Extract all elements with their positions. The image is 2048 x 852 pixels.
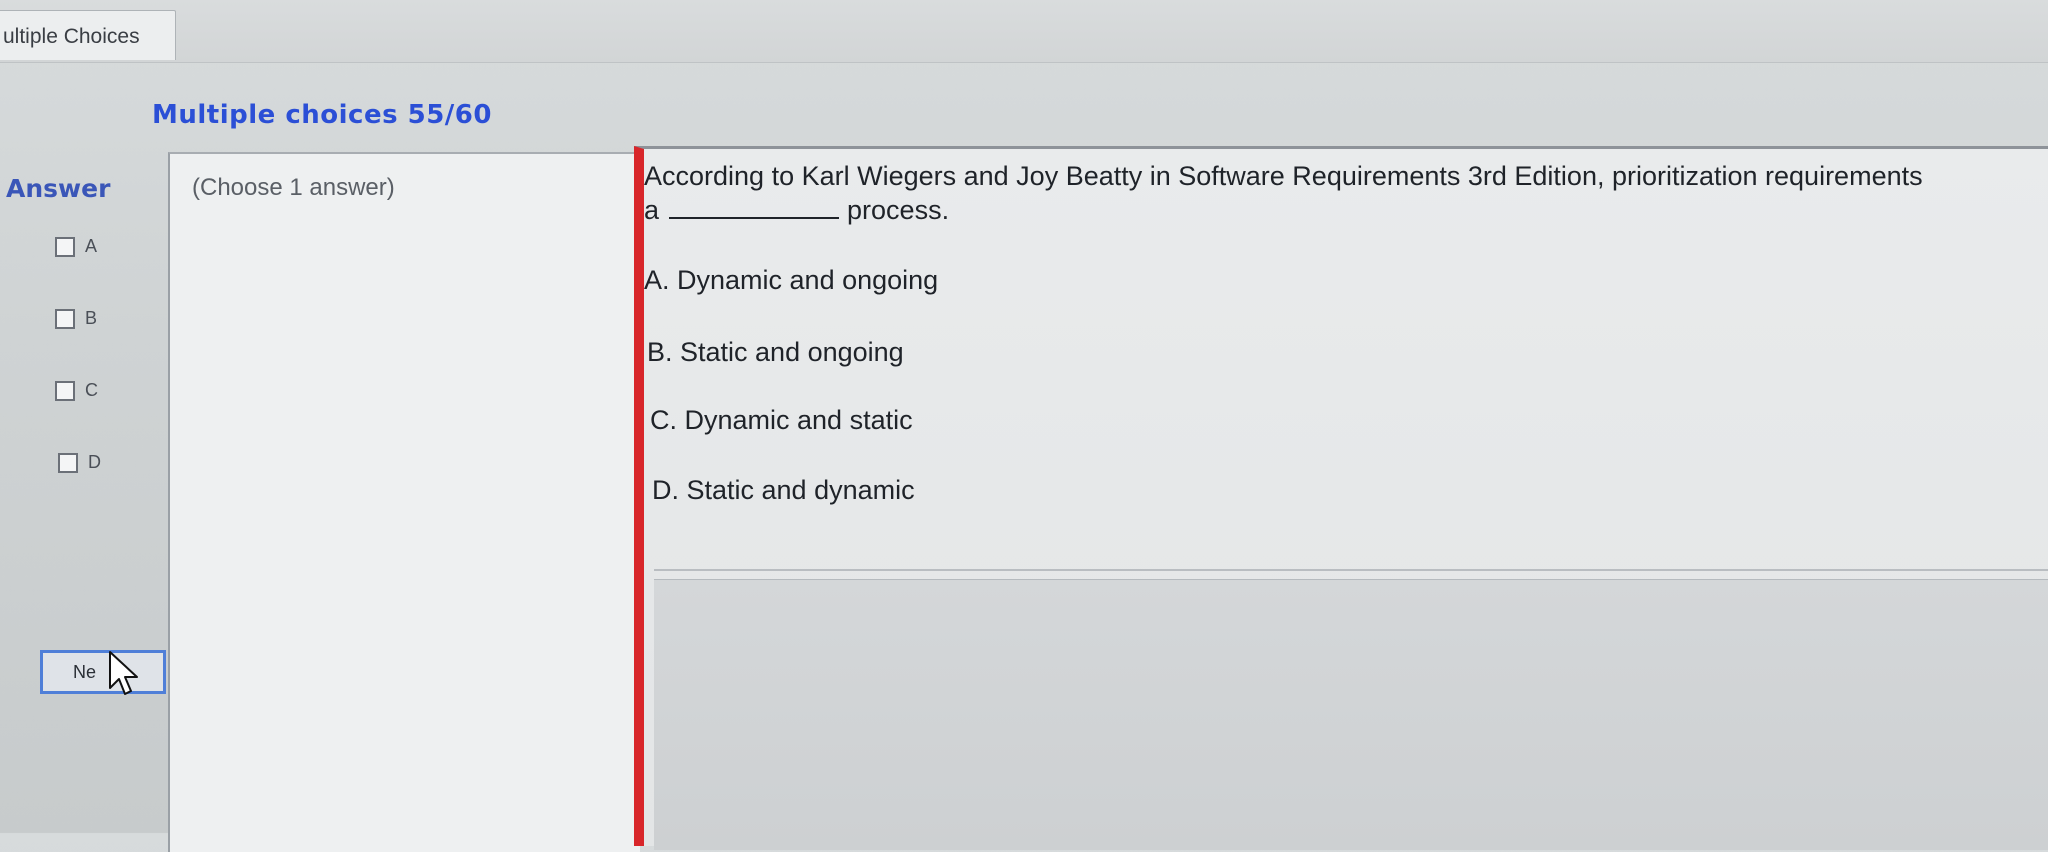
- tab-label: ultiple Choices: [3, 25, 140, 48]
- choose-panel: (Choose 1 answer): [168, 152, 640, 852]
- answer-option-d[interactable]: D: [58, 452, 101, 473]
- tab-strip: ultiple Choices: [0, 0, 2048, 63]
- next-button[interactable]: Ne: [40, 650, 166, 694]
- choice-a: A. Dynamic and ongoing: [644, 265, 939, 295]
- question-prefix: a: [644, 195, 660, 225]
- option-label-c: C: [85, 380, 98, 400]
- question-line2: a process.: [644, 195, 949, 226]
- question-content: According to Karl Wiegers and Joy Beatty…: [644, 149, 2048, 569]
- checkbox-d[interactable]: [58, 452, 78, 473]
- question-blank: [669, 197, 840, 219]
- panel-divider: [654, 569, 2048, 571]
- section-heading: Multiple choices 55/60: [152, 100, 492, 130]
- answer-option-b[interactable]: B: [55, 308, 97, 329]
- choice-b: B. Static and ongoing: [647, 337, 904, 367]
- checkbox-a[interactable]: [55, 236, 75, 257]
- choice-c: C. Dynamic and static: [650, 405, 913, 435]
- option-label-d: D: [88, 452, 101, 472]
- question-panel-footer: [654, 579, 2048, 850]
- answer-option-c[interactable]: C: [55, 380, 98, 401]
- checkbox-b[interactable]: [55, 308, 75, 329]
- option-label-b: B: [85, 308, 98, 328]
- choice-d: D. Static and dynamic: [652, 475, 915, 505]
- question-panel: According to Karl Wiegers and Joy Beatty…: [634, 146, 2048, 850]
- option-label-a: A: [85, 236, 98, 256]
- question-suffix: process.: [847, 195, 950, 225]
- question-text: According to Karl Wiegers and Joy Beatty…: [644, 161, 1923, 191]
- answer-option-a[interactable]: A: [55, 236, 97, 257]
- next-button-label: Ne: [73, 662, 97, 682]
- choose-instruction: (Choose 1 answer): [192, 174, 395, 201]
- tab-multiple-choices[interactable]: ultiple Choices: [0, 10, 176, 60]
- answer-title: Answer: [6, 174, 111, 203]
- pointer-arrow-icon: [109, 651, 138, 695]
- checkbox-c[interactable]: [55, 380, 75, 401]
